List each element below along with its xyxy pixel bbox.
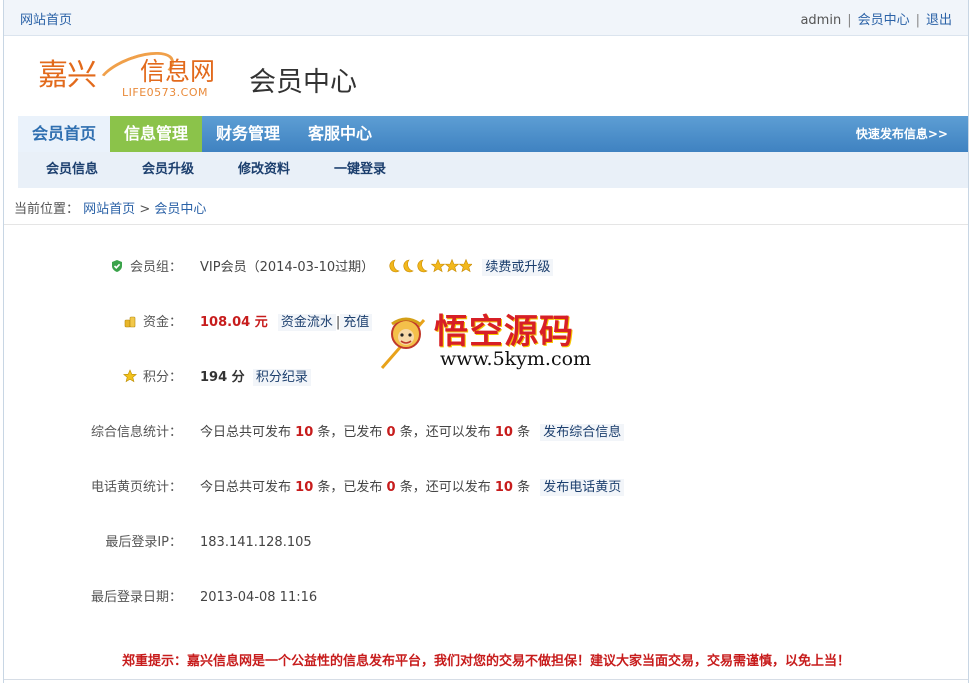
last-date-label: 最后登录日期： [90, 590, 182, 605]
info-stats-value: 今日总共可发布 10 条，已发布 0 条，还可以发布 10 条 发布综合信息 [200, 422, 625, 444]
quick-publish-link[interactable]: 快速发布信息>> [856, 116, 948, 152]
publish-phone-link[interactable]: 发布电话黄页 [540, 479, 625, 496]
tab-member-home[interactable]: 会员首页 [18, 116, 110, 152]
publish-info-link[interactable]: 发布综合信息 [540, 424, 625, 441]
site-home-link[interactable]: 网站首页 [20, 9, 72, 28]
info-total-count: 10 [295, 425, 314, 440]
member-level-icons [389, 258, 473, 273]
divider [4, 679, 968, 680]
subnav-member-info[interactable]: 会员信息 [46, 152, 98, 188]
subnav-one-click-login[interactable]: 一键登录 [334, 152, 386, 188]
logo-text-xinxiwang: 信息网 [140, 57, 216, 86]
funds-amount: 108.04 元 [200, 315, 268, 330]
last-date-value: 2013-04-08 11:16 [200, 590, 318, 605]
tab-customer-service[interactable]: 客服中心 [294, 116, 386, 152]
phone-total-count: 10 [295, 480, 314, 495]
points-log-link[interactable]: 积分纪录 [252, 369, 311, 386]
member-group-text: VIP会员（2014-03-10过期） [200, 260, 375, 275]
phone-stats-value: 今日总共可发布 10 条，已发布 0 条，还可以发布 10 条 发布电话黄页 [200, 477, 625, 499]
last-date-row: 最后登录日期： 2013-04-08 11:16 [4, 587, 968, 609]
username: admin [800, 13, 842, 28]
breadcrumb-home-link[interactable]: 网站首页 [83, 202, 135, 217]
site-logo[interactable]: 嘉兴 信息网 LIFE0573.COM [36, 43, 221, 103]
member-group-value: VIP会员（2014-03-10过期） 续费或升级 [200, 257, 554, 279]
watermark-title: 悟空源码 [434, 312, 574, 352]
funds-label: 资金： [123, 312, 182, 334]
last-ip-label: 最后登录IP： [105, 535, 182, 550]
header: 嘉兴 信息网 LIFE0573.COM 会员中心 [4, 36, 968, 116]
info-stats-label: 综合信息统计： [90, 425, 182, 440]
shield-check-icon [111, 260, 122, 272]
breadcrumb-separator: > [139, 202, 151, 217]
sub-nav: 会员信息 会员升级 修改资料 一键登录 [18, 152, 968, 188]
points-amount: 194 分 [200, 370, 245, 385]
coins-icon [124, 316, 136, 328]
phone-used-count: 0 [386, 480, 396, 495]
info-used-count: 0 [386, 425, 396, 440]
disclaimer-notice: 郑重提示：嘉兴信息网是一个公益性的信息发布平台，我们对您的交易不做担保！建议大家… [121, 654, 850, 669]
info-stats-row: 综合信息统计： 今日总共可发布 10 条，已发布 0 条，还可以发布 10 条 … [4, 422, 968, 444]
user-links: admin | 会员中心 | 退出 [800, 9, 952, 28]
breadcrumb-current-link[interactable]: 会员中心 [154, 202, 206, 217]
subnav-member-upgrade[interactable]: 会员升级 [142, 152, 194, 188]
member-group-label: 会员组： [110, 257, 182, 279]
member-group-row: 会员组： VIP会员（2014-03-10过期） 续费或升级 [4, 257, 968, 279]
last-ip-value: 183.141.128.105 [200, 535, 312, 550]
logout-link[interactable]: 退出 [926, 13, 952, 28]
funds-flow-link[interactable]: 资金流水 [277, 314, 336, 331]
points-value: 194 分 积分纪录 [200, 367, 311, 389]
main-nav: 会员首页 信息管理 财务管理 客服中心 快速发布信息>> [18, 116, 968, 152]
page-title: 会员中心 [249, 67, 357, 98]
tab-finance-management[interactable]: 财务管理 [202, 116, 294, 152]
phone-left-count: 10 [494, 480, 513, 495]
tab-info-management[interactable]: 信息管理 [110, 116, 202, 152]
funds-value: 108.04 元 资金流水 | 充值 [200, 312, 373, 334]
star-icon [123, 369, 137, 383]
last-ip-row: 最后登录IP： 183.141.128.105 [4, 532, 968, 554]
top-bar: 网站首页 admin | 会员中心 | 退出 [4, 0, 968, 36]
logo-domain: LIFE0573.COM [122, 86, 208, 99]
phone-stats-row: 电话黄页统计： 今日总共可发布 10 条，已发布 0 条，还可以发布 10 条 … [4, 477, 968, 499]
phone-stats-label: 电话黄页统计： [90, 480, 182, 495]
subnav-edit-profile[interactable]: 修改资料 [238, 152, 290, 188]
divider [4, 224, 968, 225]
breadcrumb: 当前位置： 网站首页 > 会员中心 [14, 198, 206, 217]
info-left-count: 10 [494, 425, 513, 440]
separator: | [915, 13, 920, 28]
watermark-logo: 悟空源码 www.5kym.com [376, 300, 606, 380]
renew-upgrade-link[interactable]: 续费或升级 [482, 259, 554, 276]
monkey-mascot-icon [380, 317, 426, 369]
watermark-url: www.5kym.com [440, 348, 592, 370]
points-label: 积分： [123, 367, 182, 389]
logo-text-jiaxing: 嘉兴 [38, 58, 97, 93]
breadcrumb-prefix: 当前位置： [14, 202, 80, 217]
recharge-link[interactable]: 充值 [340, 314, 373, 331]
page-frame: 网站首页 admin | 会员中心 | 退出 嘉兴 信息网 LIFE0573.COM 会… [3, 0, 969, 683]
member-center-link[interactable]: 会员中心 [858, 13, 910, 28]
separator: | [847, 13, 852, 28]
